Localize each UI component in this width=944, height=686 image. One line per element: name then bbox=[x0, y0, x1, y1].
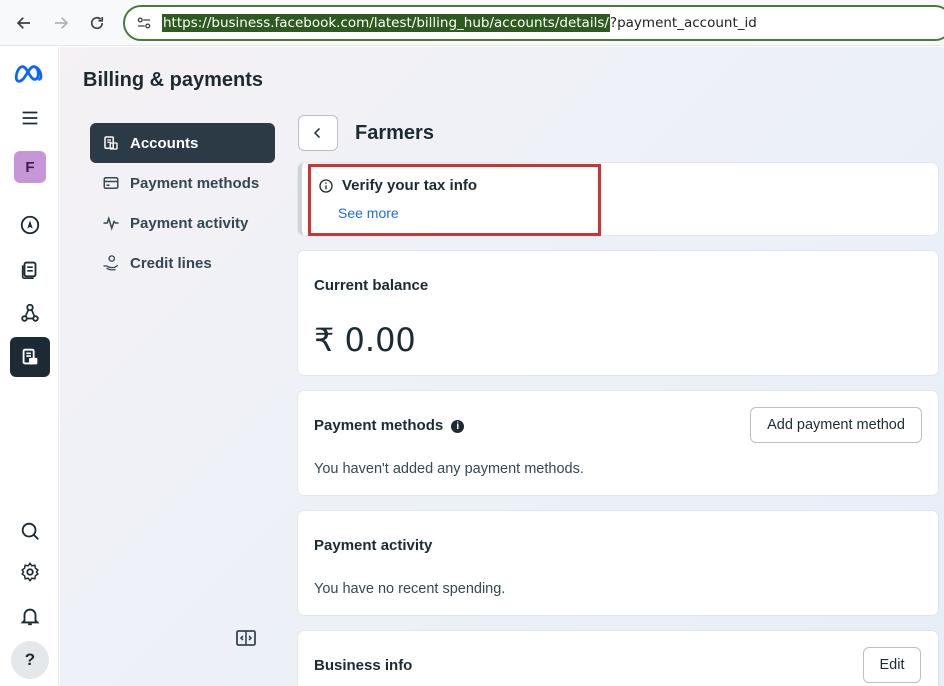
balance-heading: Current balance bbox=[314, 277, 429, 294]
payment-activity-heading: Payment activity bbox=[314, 537, 433, 554]
see-more-link[interactable]: See more bbox=[338, 205, 399, 221]
gear-icon[interactable] bbox=[10, 552, 50, 592]
reload-icon[interactable] bbox=[85, 11, 109, 35]
business-info-card: Business info Edit bbox=[298, 631, 938, 686]
info-icon bbox=[319, 178, 333, 193]
back-arrow-icon[interactable] bbox=[12, 11, 36, 35]
menu-icon[interactable] bbox=[10, 98, 50, 138]
search-icon[interactable] bbox=[10, 511, 50, 551]
payment-methods-heading: Payment methods i bbox=[314, 417, 465, 434]
business-info-heading: Business info bbox=[314, 657, 413, 674]
tax-notice-title-text: Verify your tax info bbox=[342, 177, 478, 194]
pages-icon[interactable] bbox=[10, 249, 50, 289]
credit-hand-icon bbox=[103, 255, 119, 271]
people-network-icon[interactable] bbox=[10, 293, 50, 333]
tax-notice-title: Verify your tax info bbox=[318, 177, 477, 194]
collapse-panel-icon[interactable] bbox=[236, 629, 256, 647]
meta-logo-icon[interactable] bbox=[10, 53, 50, 93]
side-item-label: Payment methods bbox=[130, 174, 260, 192]
page-title: Billing & payments bbox=[83, 69, 264, 91]
payment-activity-card: Payment activity You have no recent spen… bbox=[298, 511, 938, 615]
url-selected-text: https://business.facebook.com/latest/bil… bbox=[162, 14, 610, 32]
add-payment-method-button[interactable]: Add payment method bbox=[750, 407, 922, 443]
side-item-accounts[interactable]: Accounts bbox=[90, 123, 275, 163]
browser-toolbar: https://business.facebook.com/latest/bil… bbox=[0, 0, 944, 46]
side-item-credit-lines[interactable]: Credit lines bbox=[90, 243, 275, 283]
address-bar[interactable]: https://business.facebook.com/latest/bil… bbox=[123, 5, 944, 41]
url-rest-text: ?payment_account_id bbox=[609, 15, 757, 31]
left-rail: F ? bbox=[0, 47, 59, 686]
edit-button[interactable]: Edit bbox=[863, 647, 921, 683]
payment-activity-empty-text: You have no recent spending. bbox=[314, 581, 506, 597]
help-button[interactable]: ? bbox=[11, 641, 49, 679]
bell-icon[interactable] bbox=[10, 596, 50, 636]
tax-notice-card: Verify your tax info See more bbox=[298, 163, 938, 235]
info-icon[interactable]: i bbox=[451, 419, 465, 433]
chevron-left-icon bbox=[313, 127, 321, 139]
activity-icon bbox=[103, 216, 119, 231]
avatar[interactable]: F bbox=[14, 151, 46, 183]
side-item-label: Payment activity bbox=[130, 214, 249, 232]
site-settings-icon[interactable] bbox=[135, 14, 153, 32]
payment-methods-heading-text: Payment methods bbox=[314, 417, 444, 434]
back-button[interactable] bbox=[298, 115, 338, 151]
current-balance-card: Current balance ₹ 0.00 bbox=[298, 251, 938, 375]
forward-arrow-icon[interactable] bbox=[49, 11, 73, 35]
billing-side-nav: Accounts Payment methods Payment activit… bbox=[90, 123, 275, 283]
payment-methods-card: Payment methods i Add payment method You … bbox=[298, 391, 938, 495]
card-icon bbox=[103, 177, 119, 189]
billing-icon[interactable] bbox=[10, 337, 50, 377]
payment-methods-empty-text: You haven't added any payment methods. bbox=[314, 461, 584, 477]
side-item-label: Credit lines bbox=[130, 254, 212, 272]
side-item-payment-methods[interactable]: Payment methods bbox=[90, 163, 275, 203]
compass-icon[interactable] bbox=[10, 205, 50, 245]
side-item-payment-activity[interactable]: Payment activity bbox=[90, 203, 275, 243]
accounts-icon bbox=[104, 136, 118, 150]
side-item-label: Accounts bbox=[130, 134, 199, 152]
account-name: Farmers bbox=[355, 122, 434, 144]
balance-value: ₹ 0.00 bbox=[314, 321, 416, 359]
main-content: Billing & payments Accounts Payment meth… bbox=[60, 47, 944, 686]
